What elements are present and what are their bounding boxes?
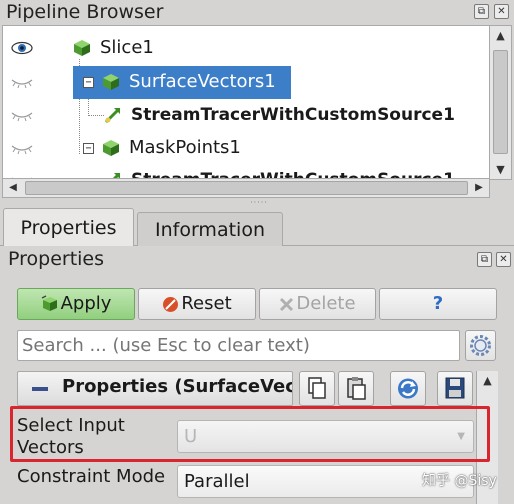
collapse-icon	[32, 387, 48, 391]
close-icon[interactable]: ✕	[496, 252, 511, 267]
search-input[interactable]	[17, 330, 460, 361]
eye-icon[interactable]	[11, 41, 33, 55]
splitter-handle[interactable]: ·····	[248, 199, 270, 207]
tree-row-streamtracer1[interactable]: StreamTracerWithCustomSource1	[3, 99, 489, 132]
tab-information[interactable]: Information	[137, 212, 283, 246]
cube-icon	[103, 74, 119, 90]
properties-section-header[interactable]: Properties (SurfaceVectors1)	[17, 371, 293, 406]
delete-icon	[280, 297, 294, 311]
tree-row-maskpoints1[interactable]: − MaskPoints1	[3, 132, 489, 165]
reset-button[interactable]: Reset	[138, 288, 256, 320]
scroll-right-icon[interactable]: ▶	[469, 179, 489, 197]
apply-label: Apply	[60, 293, 112, 314]
paste-icon	[347, 377, 366, 400]
scroll-thumb[interactable]	[493, 50, 508, 154]
stream-tracer-icon	[104, 108, 120, 124]
constraint-mode-label: Constraint Mode	[17, 466, 166, 487]
cube-icon	[103, 140, 119, 156]
copy-icon	[308, 377, 326, 399]
eye-closed-icon[interactable]	[11, 108, 33, 122]
tree-item-label: SurfaceVectors1	[129, 71, 276, 92]
gear-icon	[470, 335, 491, 356]
scroll-down-icon[interactable]: ▼	[490, 160, 511, 180]
advanced-settings-button[interactable]	[465, 330, 496, 361]
tree-item-label: Slice1	[100, 37, 154, 58]
combo-value: Parallel	[184, 471, 250, 492]
tree-row-surfacevectors1[interactable]: − SurfaceVectors1	[3, 66, 489, 99]
scroll-left-icon[interactable]: ◀	[3, 179, 23, 197]
collapse-toggle[interactable]: −	[83, 77, 94, 88]
pipeline-tree[interactable]: Slice1 − SurfaceVectors1 StreamTracerWit…	[2, 25, 490, 180]
tree-item-label: StreamTracerWithCustomSource1	[131, 105, 455, 125]
tree-item-label: MaskPoints1	[129, 137, 241, 158]
pipeline-browser-title: Pipeline Browser	[6, 1, 164, 23]
save-defaults-button[interactable]	[437, 371, 473, 406]
scroll-thumb[interactable]	[25, 181, 468, 195]
eye-closed-icon[interactable]	[11, 75, 33, 89]
apply-button[interactable]: Apply	[17, 288, 135, 320]
tree-vertical-scrollbar[interactable]: ▲ ▼	[490, 25, 512, 180]
apply-icon	[41, 295, 57, 311]
refresh-icon	[398, 378, 418, 399]
scroll-up-icon[interactable]: ▲	[490, 26, 511, 46]
float-window-icon[interactable]: ⧉	[474, 4, 489, 19]
section-title: Properties (SurfaceVectors1)	[62, 376, 292, 397]
reset-label: Reset	[181, 293, 232, 314]
tree-row-slice1[interactable]: Slice1	[3, 32, 489, 65]
tab-properties[interactable]: Properties	[3, 208, 134, 246]
annotation-highlight-box	[10, 406, 490, 462]
watermark: 知乎 @Sisy	[422, 473, 497, 489]
help-button[interactable]: ?	[379, 288, 497, 320]
paste-button[interactable]	[338, 371, 374, 406]
collapse-toggle[interactable]: −	[83, 143, 94, 154]
tab-bar: Properties Information	[0, 208, 514, 246]
close-icon[interactable]: ✕	[494, 4, 509, 19]
delete-label: Delete	[296, 293, 356, 314]
tree-horizontal-scrollbar[interactable]: ◀ ▶	[2, 178, 490, 198]
properties-panel-title: Properties	[8, 248, 105, 270]
properties-panel: Properties ⧉ ✕ Apply Reset Delete ? Prop…	[0, 246, 514, 504]
save-icon	[445, 377, 465, 399]
reset-icon	[163, 296, 179, 312]
eye-closed-icon[interactable]	[11, 141, 33, 155]
restore-defaults-button[interactable]	[390, 371, 426, 406]
copy-button[interactable]	[299, 371, 335, 406]
pipeline-browser-header: Pipeline Browser ⧉ ✕	[0, 0, 514, 24]
float-window-icon[interactable]: ⧉	[477, 252, 492, 267]
cube-icon	[74, 40, 90, 56]
delete-button[interactable]: Delete	[259, 288, 376, 320]
scroll-up-icon[interactable]: ▲	[477, 371, 498, 391]
